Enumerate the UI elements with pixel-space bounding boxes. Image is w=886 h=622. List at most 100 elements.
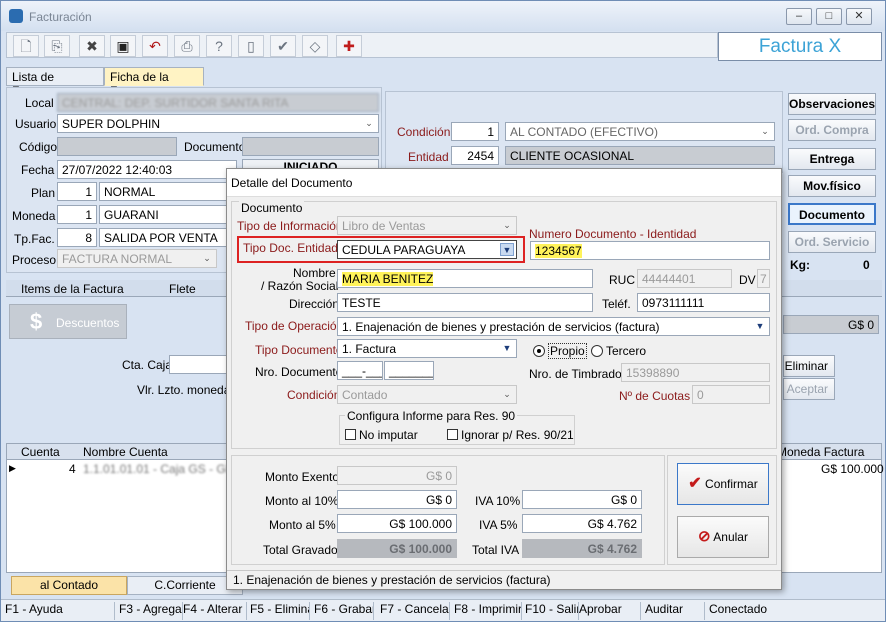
nro-doc-label: Nro. Documento <box>255 365 343 379</box>
col-moneda: Moneda Factura <box>777 445 865 459</box>
eraser-icon[interactable]: ◇ <box>302 35 328 57</box>
checkbox-icon <box>447 429 458 440</box>
iva10-field[interactable]: G$ 0 <box>522 490 642 509</box>
status-f7[interactable]: F7 - Cancelar <box>376 602 450 620</box>
usuario-select[interactable]: SUPER DOLPHIN ⌄ <box>57 114 379 133</box>
status-f3[interactable]: F3 - Agrega <box>115 602 183 620</box>
no-imputar-checkbox[interactable]: No imputar <box>345 428 418 442</box>
toolbar: 🗋 ⎘ ✖ ▣ ↶ ⎙ ? ▯ ✔ ◇ ✚ <box>6 32 718 58</box>
documento-button[interactable]: Documento <box>788 203 876 225</box>
descuentos-button[interactable]: $ Descuentos <box>9 304 127 339</box>
status-f6[interactable]: F6 - Grabar <box>310 602 374 620</box>
direccion-field[interactable]: TESTE <box>337 293 593 312</box>
observaciones-button[interactable]: Observaciones <box>788 93 876 115</box>
status-f1[interactable]: F1 - Ayuda <box>1 602 115 620</box>
documento-section-label: Documento <box>239 201 305 215</box>
eliminar-button[interactable]: Eliminar <box>783 355 835 377</box>
tab-items[interactable]: Items de la Factura <box>21 282 124 296</box>
tipo-doc-entidad-select[interactable]: CEDULA PARAGUAYA ▼ <box>337 240 517 259</box>
window-title: Facturación <box>29 10 92 24</box>
num-doc-field[interactable]: 1234567 <box>530 241 770 260</box>
undo-icon[interactable]: ↶ <box>142 35 168 57</box>
print-icon[interactable]: ⎙ <box>174 35 200 57</box>
confirmar-button[interactable]: ✔ Confirmar <box>677 463 769 505</box>
dollar-icon: $ <box>30 309 43 334</box>
monto5-field[interactable]: G$ 100.000 <box>337 514 457 533</box>
moneda-num[interactable]: 1 <box>57 205 97 224</box>
num-doc-label: Numero Documento - Identidad <box>529 227 697 241</box>
payment-total: G$ 0 <box>783 315 879 334</box>
status-f5[interactable]: F5 - Elimina <box>246 602 310 620</box>
nro-doc-prefix[interactable]: ___-___ <box>337 361 383 380</box>
save-icon[interactable]: ▣ <box>110 35 136 57</box>
entidad-field: CLIENTE OCASIONAL <box>505 146 775 165</box>
delete-icon[interactable]: ✖ <box>79 35 105 57</box>
nro-doc-number[interactable]: _______ <box>384 361 434 380</box>
fecha-field[interactable]: 27/07/2022 12:40:03 <box>57 160 237 179</box>
nombre-field[interactable]: MARIA BENITEZ <box>337 269 593 288</box>
mov-fisico-button[interactable]: Mov.físico <box>788 175 876 197</box>
local-label: Local <box>25 96 54 110</box>
maximize-button[interactable]: □ <box>816 8 842 25</box>
tab-lista-facturas[interactable]: Lista de Facturas <box>6 67 104 98</box>
detalle-documento-dialog: Detalle del Documento Documento Tipo de … <box>226 168 782 590</box>
proceso-select[interactable]: FACTURA NORMAL ⌄ <box>57 249 217 268</box>
ruc-field: 44444401 <box>637 269 732 288</box>
minimize-button[interactable]: – <box>786 8 812 25</box>
kg-value: 0 <box>863 258 870 272</box>
status-f10[interactable]: F10 - Salir <box>521 602 579 620</box>
close-button[interactable]: ✕ <box>846 8 872 25</box>
entrega-button[interactable]: Entrega <box>788 148 876 170</box>
total-gravado-label: Total Gravado <box>263 543 338 557</box>
tercero-radio[interactable]: Tercero <box>591 344 646 358</box>
exit-icon[interactable]: ▯ <box>238 35 264 57</box>
chevron-down-icon: ⌄ <box>761 126 769 136</box>
chevron-down-icon: ▼ <box>500 243 514 256</box>
help-icon[interactable]: ? <box>206 35 232 57</box>
condicion-select[interactable]: AL CONTADO (EFECTIVO) ⌄ <box>505 122 775 141</box>
tab-ficha-factura[interactable]: Ficha de la Factura <box>104 67 204 98</box>
tipo-documento-select[interactable]: 1. Factura ▼ <box>337 339 517 358</box>
cta-caja-field[interactable] <box>169 355 229 374</box>
timbrado-label: Nro. de Timbrado <box>529 367 622 381</box>
row-total: G$ 100.000 <box>821 462 884 476</box>
status-auditar[interactable]: Auditar <box>641 602 705 620</box>
condicion-num[interactable]: 1 <box>451 122 499 141</box>
status-f8[interactable]: F8 - Imprimir <box>450 602 522 620</box>
telef-field[interactable]: 0973111111 <box>637 293 770 312</box>
documento-field <box>242 137 379 156</box>
anular-button[interactable]: ⊘ Anular <box>677 516 769 558</box>
tipo-op-select[interactable]: 1. Enajenación de bienes y prestación de… <box>337 317 770 336</box>
tab-flete[interactable]: Flete <box>169 282 196 296</box>
aceptar-button[interactable]: Aceptar <box>783 378 835 400</box>
ignorar-label: Ignorar p/ Res. 90/21 <box>461 428 574 442</box>
tpfac-label: Tp.Fac. <box>14 232 55 246</box>
chevron-down-icon: ▼ <box>755 321 765 331</box>
tpfac-num[interactable]: 8 <box>57 228 97 247</box>
tab-contado[interactable]: al Contado <box>11 576 127 595</box>
condicion-dlg-select[interactable]: Contado ⌄ <box>337 385 517 404</box>
propio-radio[interactable]: Propio <box>533 343 587 359</box>
dialog-footer: 1. Enajenación de bienes y prestación de… <box>227 570 781 589</box>
tipo-op-value: 1. Enajenación de bienes y prestación de… <box>342 320 660 334</box>
num-doc-value: 1234567 <box>535 244 582 258</box>
dv-field: 7 <box>757 269 770 288</box>
res90-label: Configura Informe para Res. 90 <box>345 409 518 423</box>
entidad-num[interactable]: 2454 <box>451 146 499 165</box>
iva5-field[interactable]: G$ 4.762 <box>522 514 642 533</box>
ord-compra-button[interactable]: Ord. Compra <box>788 119 876 141</box>
plan-num[interactable]: 1 <box>57 182 97 201</box>
monto10-field[interactable]: G$ 0 <box>337 490 457 509</box>
propio-label: Propio <box>548 343 587 359</box>
chevron-down-icon: ▼ <box>502 343 512 353</box>
new-icon[interactable]: 🗋 <box>13 35 39 57</box>
tipo-info-select[interactable]: Libro de Ventas ⌄ <box>337 216 517 235</box>
ord-servicio-button[interactable]: Ord. Servicio <box>788 231 876 253</box>
audit-icon[interactable]: ✚ <box>336 35 362 57</box>
documento-label: Documento <box>184 140 246 154</box>
copy-icon[interactable]: ⎘ <box>44 35 70 57</box>
approve-icon[interactable]: ✔ <box>270 35 296 57</box>
status-f4[interactable]: F4 - Alterar <box>179 602 247 620</box>
status-aprobar[interactable]: Aprobar <box>575 602 641 620</box>
ignorar-checkbox[interactable]: Ignorar p/ Res. 90/21 <box>447 428 574 442</box>
